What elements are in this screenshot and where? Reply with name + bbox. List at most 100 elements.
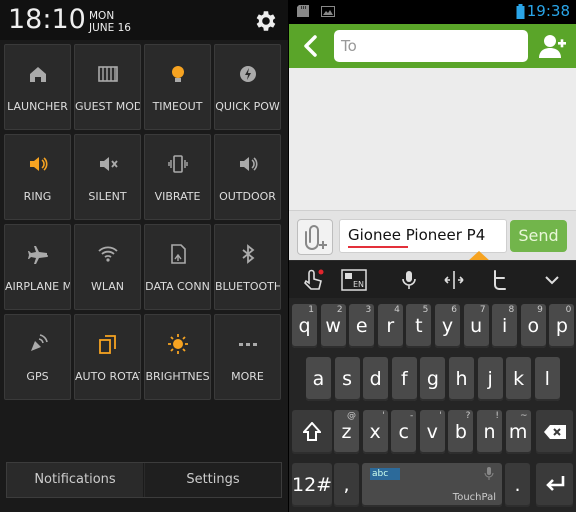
key-label: c <box>398 421 409 443</box>
key-label: y <box>441 315 454 337</box>
key-hint: 2 <box>336 305 343 315</box>
key-j[interactable]: j <box>477 357 503 401</box>
tile-silent[interactable]: SILENT <box>74 134 141 220</box>
tile-piano[interactable]: GUEST MOD <box>74 44 141 130</box>
back-arrow-icon[interactable] <box>301 34 319 58</box>
key-n[interactable]: n! <box>477 410 502 454</box>
tile-brightness[interactable]: BRIGHTNES <box>144 314 211 400</box>
key-f[interactable]: f <box>391 357 417 401</box>
symbols-key[interactable]: 12# <box>292 463 332 507</box>
tile-label: OUTDOOR <box>219 190 276 203</box>
key-z[interactable]: z @ <box>334 410 359 454</box>
more-icon <box>215 333 280 357</box>
key-c[interactable]: c- <box>391 410 417 454</box>
key-d[interactable]: d <box>363 357 389 401</box>
key-hint: ~ <box>520 411 528 421</box>
key-v[interactable]: v ' <box>419 410 445 454</box>
key-label: t <box>415 315 423 337</box>
key-hint: 9 <box>537 305 543 315</box>
key-p[interactable]: p0 <box>549 304 575 348</box>
tile-more[interactable]: MORE <box>214 314 281 400</box>
tile-gps[interactable]: GPS <box>4 314 71 400</box>
key-q[interactable]: q1 <box>292 304 317 348</box>
keyboard: q 1 w 2 e 3 r 4 t 5 y 6 u 7 i 8 o 9 p 0 a s d f g h j k l z @ x ' c - v ' b? n… <box>289 298 576 512</box>
bluetooth-icon <box>215 243 280 267</box>
chevron-down-icon[interactable] <box>542 269 562 291</box>
tab-settings[interactable]: Settings <box>145 463 281 497</box>
ring-icon <box>5 153 70 177</box>
space-key[interactable]: abc TouchPal <box>362 463 502 507</box>
key-i[interactable]: i8 <box>492 304 518 348</box>
key-x[interactable]: x ' <box>362 410 388 454</box>
key-label: d <box>369 368 382 390</box>
key-hint: 0 <box>565 305 572 315</box>
tile-power[interactable]: QUICK POW <box>214 44 281 130</box>
messaging-app: 19:38 To Gionee Pioneer P4 Send EN q 1 w… <box>289 0 576 512</box>
key-label: l <box>544 368 550 390</box>
key-h[interactable]: h <box>449 357 474 401</box>
key-a[interactable]: a <box>306 357 331 401</box>
tile-wifi[interactable]: WLAN <box>74 224 141 310</box>
tile-label: GUEST MOD <box>75 100 140 113</box>
power-icon <box>215 63 280 87</box>
key-label: u <box>470 315 483 337</box>
spell-underline <box>348 246 408 248</box>
key-l[interactable]: l <box>534 357 560 401</box>
key-hint: 1 <box>308 305 314 315</box>
outdoor-icon <box>215 153 280 177</box>
recipient-input[interactable]: To <box>334 30 528 62</box>
message-input[interactable]: Gionee Pioneer P4 <box>339 219 507 253</box>
key-hint: @ <box>347 411 356 421</box>
tile-airplane[interactable]: AIRPLANE M <box>4 224 71 310</box>
tile-ring[interactable]: RING <box>4 134 71 220</box>
key-label: w <box>325 315 341 337</box>
cursor-move-icon[interactable] <box>442 269 466 291</box>
tile-rotate[interactable]: AUTO ROTAT <box>74 314 141 400</box>
key-t[interactable]: t5 <box>406 304 432 348</box>
key-u[interactable]: u7 <box>463 304 489 348</box>
tile-label: VIBRATE <box>154 190 201 203</box>
attach-icon[interactable] <box>297 219 333 255</box>
tile-vibrate[interactable]: VIBRATE <box>144 134 211 220</box>
add-contact-icon[interactable] <box>539 33 567 59</box>
backspace-key[interactable] <box>536 410 573 454</box>
language-en-label: EN <box>353 280 364 289</box>
key-r[interactable]: r4 <box>377 304 403 348</box>
tab-notifications[interactable]: Notifications <box>7 463 144 497</box>
home-icon <box>5 63 70 87</box>
tile-data[interactable]: DATA CONN <box>144 224 211 310</box>
tile-label: MORE <box>231 370 264 383</box>
status-bar: 19:38 <box>289 0 576 24</box>
tile-outdoor[interactable]: OUTDOOR <box>214 134 281 220</box>
panel-tabs: Notifications Settings <box>6 462 282 498</box>
touchpal-logo-icon[interactable] <box>301 269 325 291</box>
language-en-icon[interactable]: EN <box>341 269 367 291</box>
tile-bluetooth[interactable]: BLUETOOTH <box>214 224 281 310</box>
key-y[interactable]: y6 <box>435 304 460 348</box>
shift-key[interactable] <box>292 410 332 454</box>
key-hint: 6 <box>451 305 457 315</box>
send-button[interactable]: Send <box>510 220 567 252</box>
twitter-icon[interactable] <box>487 269 511 291</box>
key-e[interactable]: e3 <box>349 304 375 348</box>
period-key[interactable]: . <box>505 463 530 507</box>
microphone-icon[interactable] <box>397 269 421 291</box>
bulb-icon <box>145 63 210 87</box>
tile-bulb[interactable]: TIMEOUT <box>144 44 211 130</box>
key-b[interactable]: b? <box>448 410 474 454</box>
key-hint: 3 <box>365 305 372 315</box>
tile-label: QUICK POW <box>215 100 280 113</box>
comma-key[interactable]: , <box>334 463 359 507</box>
key-m[interactable]: m ~ <box>505 410 531 454</box>
key-o[interactable]: o9 <box>520 304 546 348</box>
vibrate-icon <box>145 153 210 177</box>
key-s[interactable]: s <box>334 357 360 401</box>
enter-key[interactable] <box>536 463 573 507</box>
key-k[interactable]: k <box>506 357 532 401</box>
key-g[interactable]: g <box>420 357 446 401</box>
key-label: q <box>298 315 311 337</box>
key-w[interactable]: w2 <box>320 304 346 348</box>
tile-home[interactable]: LAUNCHER <box>4 44 71 130</box>
key-label: p <box>555 315 568 337</box>
gear-icon[interactable] <box>252 8 278 34</box>
